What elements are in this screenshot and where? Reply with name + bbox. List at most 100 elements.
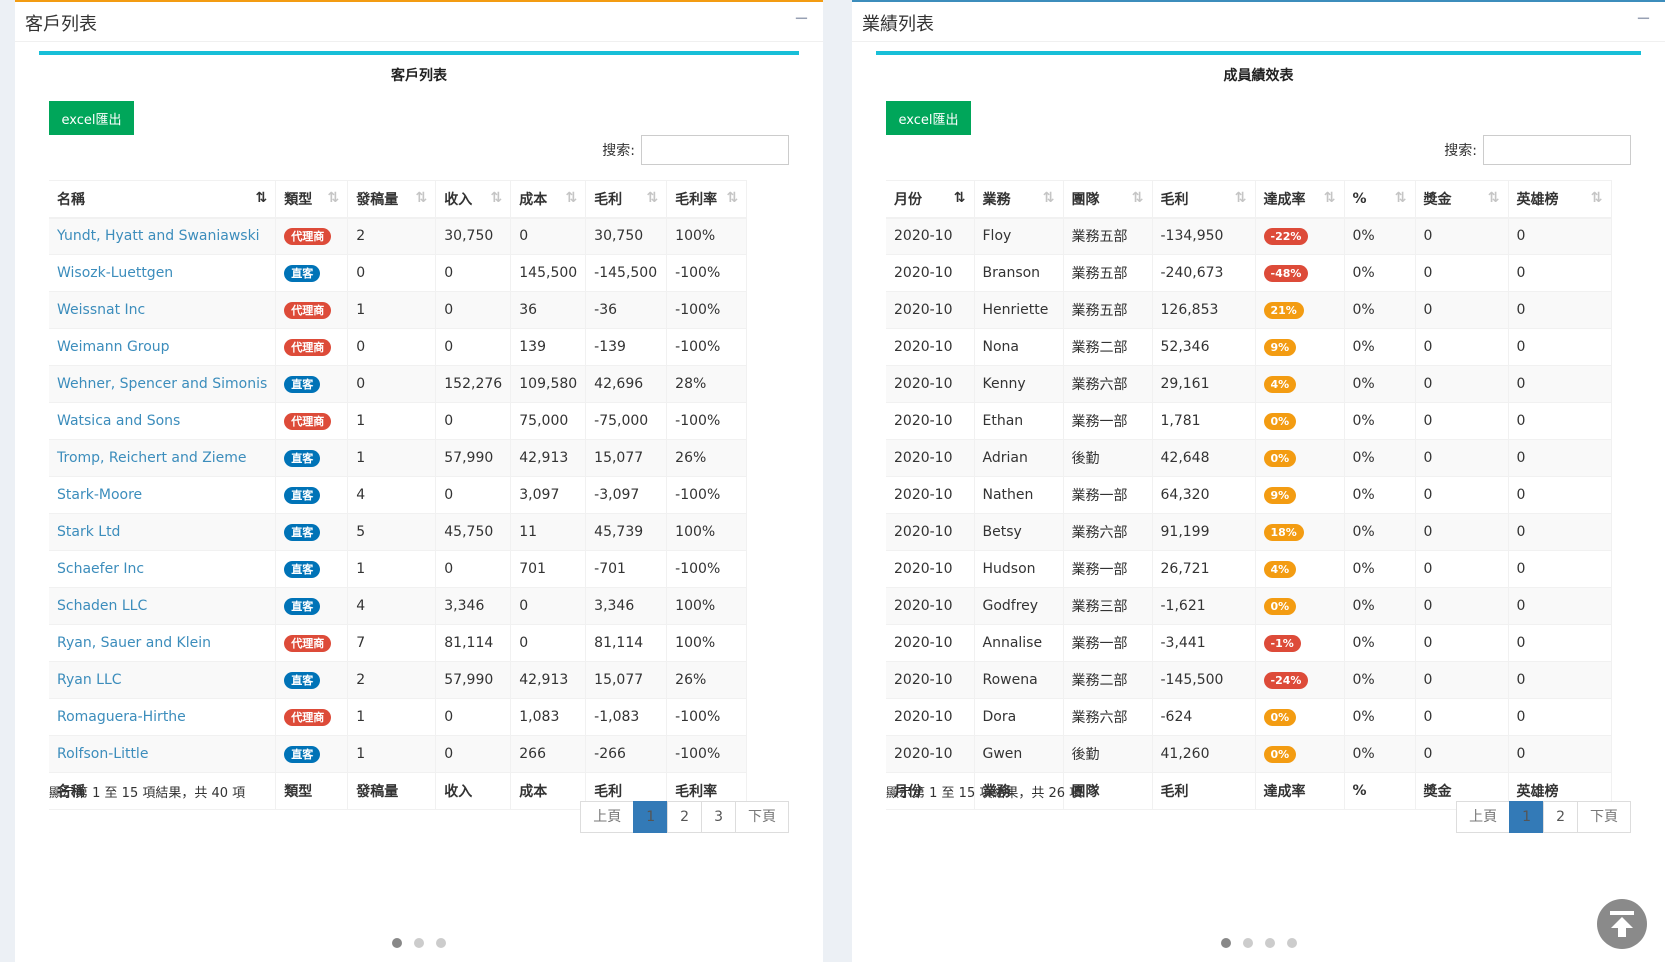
customer-link[interactable]: Tromp, Reichert and Zieme [57, 450, 247, 466]
excel-export-button[interactable]: excel匯出 [49, 101, 134, 135]
customer-link[interactable]: Rolfson-Little [57, 746, 148, 762]
profit-cell: 42,696 [585, 365, 668, 403]
column-header[interactable]: 英雄榜 ⇅ [1508, 180, 1612, 219]
customer-name-cell: Wehner, Spencer and Simonis [49, 365, 277, 403]
page-button-3[interactable]: 3 [701, 801, 736, 833]
customer-link[interactable]: Schaefer Inc [57, 561, 144, 577]
sort-icon[interactable]: ⇅ [1488, 190, 1500, 206]
profit-cell: -139 [585, 328, 668, 366]
customer-link[interactable]: Yundt, Hyatt and Swaniawski [57, 228, 260, 244]
column-header[interactable]: 名稱 ⇅ [49, 180, 277, 219]
column-header[interactable]: 發稿量 ⇅ [347, 180, 437, 219]
sort-icon[interactable]: ⇅ [416, 190, 428, 206]
profit-cell: 1,781 [1152, 402, 1256, 440]
table-info: 顯示第 1 至 15 項結果，共 26 項 [886, 786, 1083, 801]
column-header[interactable]: 達成率 ⇅ [1255, 180, 1345, 219]
page-button-1[interactable]: 1 [1509, 801, 1545, 833]
column-header[interactable]: 毛利率 ⇅ [666, 180, 748, 219]
status-badge: 21% [1263, 301, 1304, 319]
pct-cell: 0% [1344, 513, 1416, 551]
sort-icon[interactable]: ⇅ [1043, 190, 1055, 206]
sort-icon[interactable]: ⇅ [328, 190, 340, 206]
excel-export-button[interactable]: excel匯出 [886, 101, 971, 135]
column-header[interactable]: 收入 ⇅ [435, 180, 512, 219]
cost-cell: 42,913 [510, 439, 587, 477]
column-header[interactable]: 月份 ⇅ [886, 180, 975, 219]
sort-icon[interactable]: ⇅ [1132, 190, 1144, 206]
column-header[interactable]: 毛利 ⇅ [1152, 180, 1256, 219]
collapse-button[interactable]: − [1636, 8, 1651, 29]
carousel-dot[interactable] [1242, 938, 1253, 948]
prev-page-button[interactable]: 上頁 [580, 801, 635, 833]
customer-link[interactable]: Weimann Group [57, 339, 170, 355]
column-footer: 發稿量 [347, 772, 437, 810]
table-body: 2020-10 Floy 業務五部 -134,950 -22% 0% 0 0 2020-10 Br… [886, 217, 1612, 773]
income-cell: 152,276 [435, 365, 512, 403]
sort-icon[interactable]: ⇅ [256, 190, 268, 206]
collapse-button[interactable]: − [794, 8, 809, 29]
sort-icon[interactable]: ⇅ [726, 190, 738, 206]
column-header[interactable]: 團隊 ⇅ [1063, 180, 1153, 219]
table-row: Wehner, Spencer and Simonis 直客 0 152,276 109… [49, 365, 748, 403]
search-input[interactable] [641, 135, 789, 165]
customer-link[interactable]: Ryan, Sauer and Klein [57, 635, 211, 651]
page-button-2[interactable]: 2 [1543, 801, 1578, 833]
prev-page-button[interactable]: 上頁 [1456, 801, 1511, 833]
carousel-dot[interactable] [1264, 938, 1275, 948]
scroll-to-top-button[interactable] [1597, 899, 1647, 949]
profit-cell: -1,621 [1152, 587, 1256, 625]
search-label: 搜索: [602, 143, 635, 159]
team-cell: 業務一部 [1063, 476, 1153, 514]
sort-icon[interactable]: ⇅ [565, 190, 577, 206]
column-header[interactable]: 類型 ⇅ [275, 180, 349, 219]
income-cell: 57,990 [435, 439, 512, 477]
customer-link[interactable]: Ryan LLC [57, 672, 122, 688]
sort-icon[interactable]: ⇅ [1395, 190, 1407, 206]
sort-icon[interactable]: ⇅ [491, 190, 503, 206]
customer-link[interactable]: Wehner, Spencer and Simonis [57, 376, 267, 392]
carousel-dot[interactable] [436, 938, 446, 948]
customer-link[interactable]: Wisozk-Luettgen [57, 265, 173, 281]
status-badge: 代理商 [284, 227, 332, 245]
rate-cell: 0% [1255, 587, 1345, 625]
search-input[interactable] [1483, 135, 1631, 165]
next-page-button[interactable]: 下頁 [735, 801, 789, 833]
income-cell: 0 [435, 735, 512, 773]
column-header[interactable]: 業務 ⇅ [974, 180, 1064, 219]
column-header[interactable]: % ⇅ [1344, 180, 1416, 219]
cost-cell: 145,500 [510, 254, 587, 292]
customer-link[interactable]: Schaden LLC [57, 598, 147, 614]
column-header[interactable]: 獎金 ⇅ [1415, 180, 1509, 219]
column-header[interactable]: 毛利 ⇅ [585, 180, 668, 219]
customer-link[interactable]: Watsica and Sons [57, 413, 180, 429]
rep-cell: Annalise [974, 624, 1064, 662]
month-cell: 2020-10 [886, 365, 975, 403]
customer-link[interactable]: Romaguera-Hirthe [57, 709, 186, 725]
page-button-2[interactable]: 2 [667, 801, 703, 833]
bonus-cell: 0 [1415, 698, 1509, 736]
carousel-dot[interactable] [392, 938, 402, 948]
carousel-dot[interactable] [1220, 938, 1231, 948]
customer-link[interactable]: Stark Ltd [57, 524, 120, 540]
search-box: 搜索: [1444, 135, 1631, 165]
customer-link[interactable]: Weissnat Inc [57, 302, 145, 318]
sort-icon[interactable]: ⇅ [954, 190, 966, 206]
hero-cell: 0 [1508, 439, 1612, 477]
sort-icon[interactable]: ⇅ [1591, 190, 1603, 206]
column-header[interactable]: 成本 ⇅ [510, 180, 587, 219]
carousel-dot[interactable] [1286, 938, 1297, 948]
carousel-dots [15, 938, 823, 948]
sort-icon[interactable]: ⇅ [646, 190, 658, 206]
sort-icon[interactable]: ⇅ [1324, 190, 1336, 206]
hero-cell: 0 [1508, 217, 1612, 255]
rep-cell: Kenny [974, 365, 1064, 403]
pct-cell: 0% [1344, 217, 1416, 255]
customer-name-cell: Weimann Group [49, 328, 277, 366]
next-page-button[interactable]: 下頁 [1577, 801, 1631, 833]
sort-icon[interactable]: ⇅ [1235, 190, 1247, 206]
customer-link[interactable]: Stark-Moore [57, 487, 142, 503]
page-button-1[interactable]: 1 [633, 801, 669, 833]
carousel-dot[interactable] [414, 938, 424, 948]
status-badge: 0% [1263, 708, 1297, 726]
status-badge: 0% [1263, 597, 1297, 615]
